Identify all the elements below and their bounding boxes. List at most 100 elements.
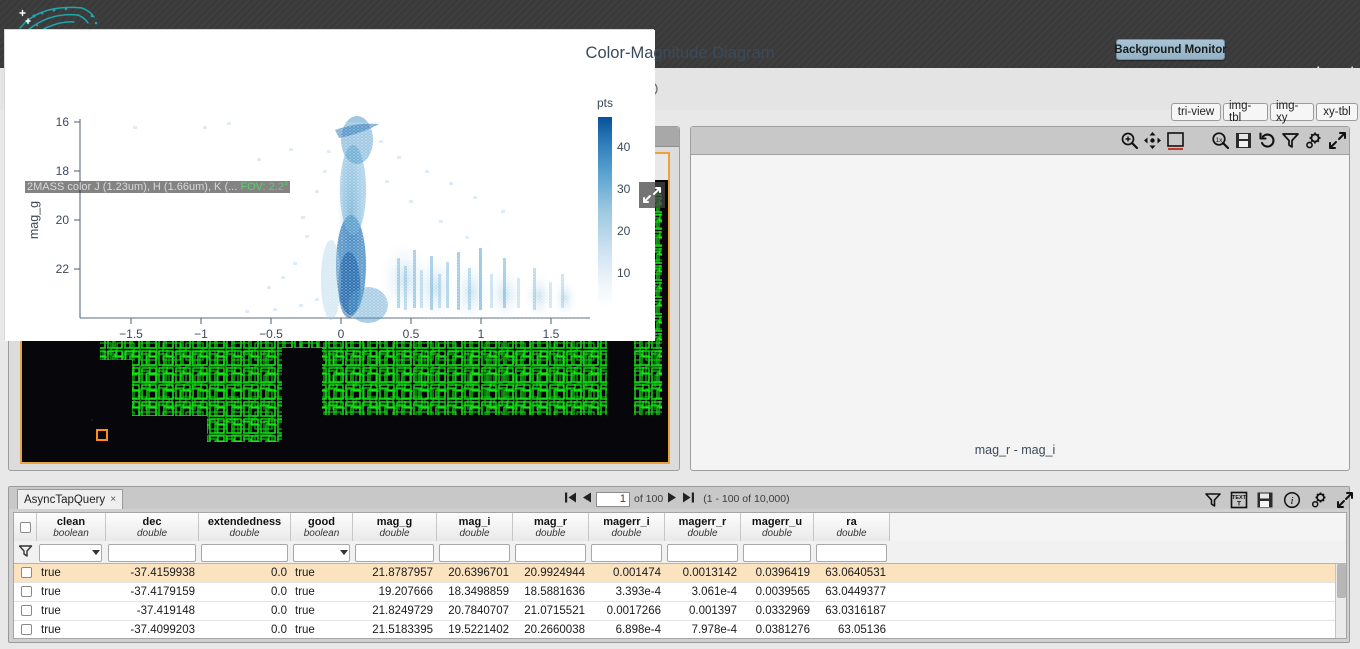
cell-ra: 63.0316187: [825, 605, 886, 617]
filter-mag-g[interactable]: [355, 543, 434, 562]
row-checkbox[interactable]: [21, 605, 32, 616]
column-header-magerr-i[interactable]: magerr_i double: [589, 513, 665, 541]
hips-survey-caption: 2MASS color J (1.23um), H (1.66um), K (.…: [25, 181, 291, 193]
grid-header-row: clean boolean dec double extendedness do…: [14, 513, 1346, 541]
last-page-icon[interactable]: [682, 491, 695, 507]
chart-expand-icon[interactable]: [1328, 131, 1347, 150]
chart-filter-icon[interactable]: [1281, 131, 1300, 150]
cell-clean: true: [41, 567, 61, 579]
row-checkbox[interactable]: [21, 567, 32, 578]
chart-undo-icon[interactable]: [1258, 131, 1277, 150]
cell-magerr-r: 7.978e-4: [691, 624, 737, 636]
table-filter-icon[interactable]: [1204, 491, 1222, 509]
cell-extendedness: 0.0: [271, 567, 287, 579]
chart-select-box-icon[interactable]: [1166, 131, 1185, 150]
chart-settings-icon[interactable]: [1304, 131, 1323, 150]
view-mode-img-tbl[interactable]: img-tbl: [1223, 100, 1268, 124]
column-header-magerr-r[interactable]: magerr_r double: [665, 513, 741, 541]
cell-mag-i: 18.3498859: [448, 586, 509, 598]
cell-mag-i: 20.7840707: [448, 605, 509, 617]
filter-input-magerr-u[interactable]: [743, 544, 811, 562]
view-mode-xy-tbl[interactable]: xy-tbl: [1316, 103, 1358, 121]
table-row[interactable]: true -37.4099203 0.0 true 21.5183395 19.…: [14, 621, 1346, 638]
filter-input-magerr-i[interactable]: [591, 544, 662, 562]
first-page-icon[interactable]: [564, 491, 577, 507]
cell-magerr-u: 0.0381276: [755, 624, 810, 636]
view-mode-img-xy[interactable]: img-xy: [1270, 100, 1314, 124]
cell-magerr-i: 0.0017266: [606, 605, 661, 617]
table-vertical-scrollbar[interactable]: [1335, 564, 1346, 638]
column-header-dec[interactable]: dec double: [106, 513, 199, 541]
table-row[interactable]: true -37.4159938 0.0 true 21.8787957 20.…: [14, 564, 1346, 583]
chart-panel: [690, 126, 1350, 471]
chevron-down-icon[interactable]: [92, 550, 100, 555]
table-info-icon[interactable]: i: [1283, 491, 1301, 509]
filter-dec[interactable]: [108, 543, 196, 562]
table-text-view-icon[interactable]: TEXT T: [1230, 491, 1248, 509]
filter-input-ra[interactable]: [816, 544, 887, 562]
scrollbar-thumb[interactable]: [1337, 564, 1346, 598]
chart-pan-icon[interactable]: [1143, 131, 1162, 150]
column-header-ra[interactable]: ra double: [814, 513, 890, 541]
cell-magerr-r: 3.061e-4: [691, 586, 737, 598]
filter-magerr-u[interactable]: [743, 543, 811, 562]
cell-good: true: [295, 605, 315, 617]
header-name: ra: [846, 515, 857, 528]
table-save-icon[interactable]: [1256, 491, 1274, 509]
filter-ra[interactable]: [816, 543, 887, 562]
select-all-header[interactable]: [14, 513, 37, 541]
cell-extendedness: 0.0: [271, 586, 287, 598]
filter-mag-i[interactable]: [439, 543, 510, 562]
grid-filter-row: [14, 541, 1346, 564]
header-type: double: [229, 527, 260, 539]
filter-extendedness[interactable]: [201, 543, 288, 562]
filter-funnel-icon[interactable]: [18, 544, 33, 564]
cell-clean: true: [41, 586, 61, 598]
filter-input-dec[interactable]: [108, 544, 196, 562]
filter-magerr-i[interactable]: [591, 543, 662, 562]
tab-async-tap-query[interactable]: AsyncTapQuery ×: [17, 489, 124, 509]
chart-reset-zoom-icon[interactable]: 1x: [1211, 131, 1230, 150]
header-name: clean: [56, 515, 86, 528]
column-header-magerr-u[interactable]: magerr_u double: [741, 513, 814, 541]
filter-magerr-r[interactable]: [667, 543, 738, 562]
column-header-good[interactable]: good boolean: [291, 513, 353, 541]
filter-good[interactable]: [293, 543, 350, 562]
expand-coverage-icon[interactable]: [639, 182, 665, 208]
close-icon[interactable]: ×: [110, 494, 116, 505]
svg-text:−1.5: −1.5: [119, 327, 143, 341]
filter-input-mag-g[interactable]: [355, 544, 434, 562]
filter-input-mag-i[interactable]: [439, 544, 510, 562]
column-header-mag-g[interactable]: mag_g double: [353, 513, 437, 541]
table-row[interactable]: true -37.419148 0.0 true 21.8249729 20.7…: [14, 602, 1346, 621]
chart-save-icon[interactable]: [1234, 131, 1253, 150]
chevron-down-icon[interactable]: [340, 550, 348, 555]
row-checkbox[interactable]: [21, 624, 32, 635]
cell-magerr-r: 0.0013142: [682, 567, 737, 579]
results-grid[interactable]: clean boolean dec double extendedness do…: [13, 512, 1347, 639]
svg-text:−1: −1: [194, 327, 208, 341]
prev-page-icon[interactable]: [581, 491, 592, 507]
chart-zoom-icon[interactable]: [1120, 131, 1139, 150]
view-mode-tri-view[interactable]: tri-view: [1171, 103, 1221, 121]
header-name: mag_r: [533, 515, 568, 528]
filter-mag-r[interactable]: [515, 543, 586, 562]
column-header-mag-r[interactable]: mag_r double: [513, 513, 589, 541]
page-number-input[interactable]: [596, 491, 630, 507]
header-type: double: [535, 527, 566, 539]
next-page-icon[interactable]: [667, 491, 678, 507]
cell-mag-g: 21.8249729: [372, 605, 433, 617]
select-all-checkbox[interactable]: [19, 521, 31, 533]
table-row[interactable]: true -37.4179159 0.0 true 19.207666 18.3…: [14, 583, 1346, 602]
filter-clean[interactable]: [39, 543, 102, 562]
table-expand-icon[interactable]: [1336, 491, 1354, 509]
column-header-extendedness[interactable]: extendedness double: [199, 513, 291, 541]
filter-input-mag-r[interactable]: [515, 544, 586, 562]
table-settings-icon[interactable]: [1310, 491, 1328, 509]
row-checkbox[interactable]: [21, 586, 32, 597]
column-header-mag-i[interactable]: mag_i double: [437, 513, 513, 541]
filter-input-extendedness[interactable]: [201, 544, 288, 562]
cell-clean: true: [41, 605, 61, 617]
column-header-clean[interactable]: clean boolean: [37, 513, 106, 541]
filter-input-magerr-r[interactable]: [667, 544, 738, 562]
